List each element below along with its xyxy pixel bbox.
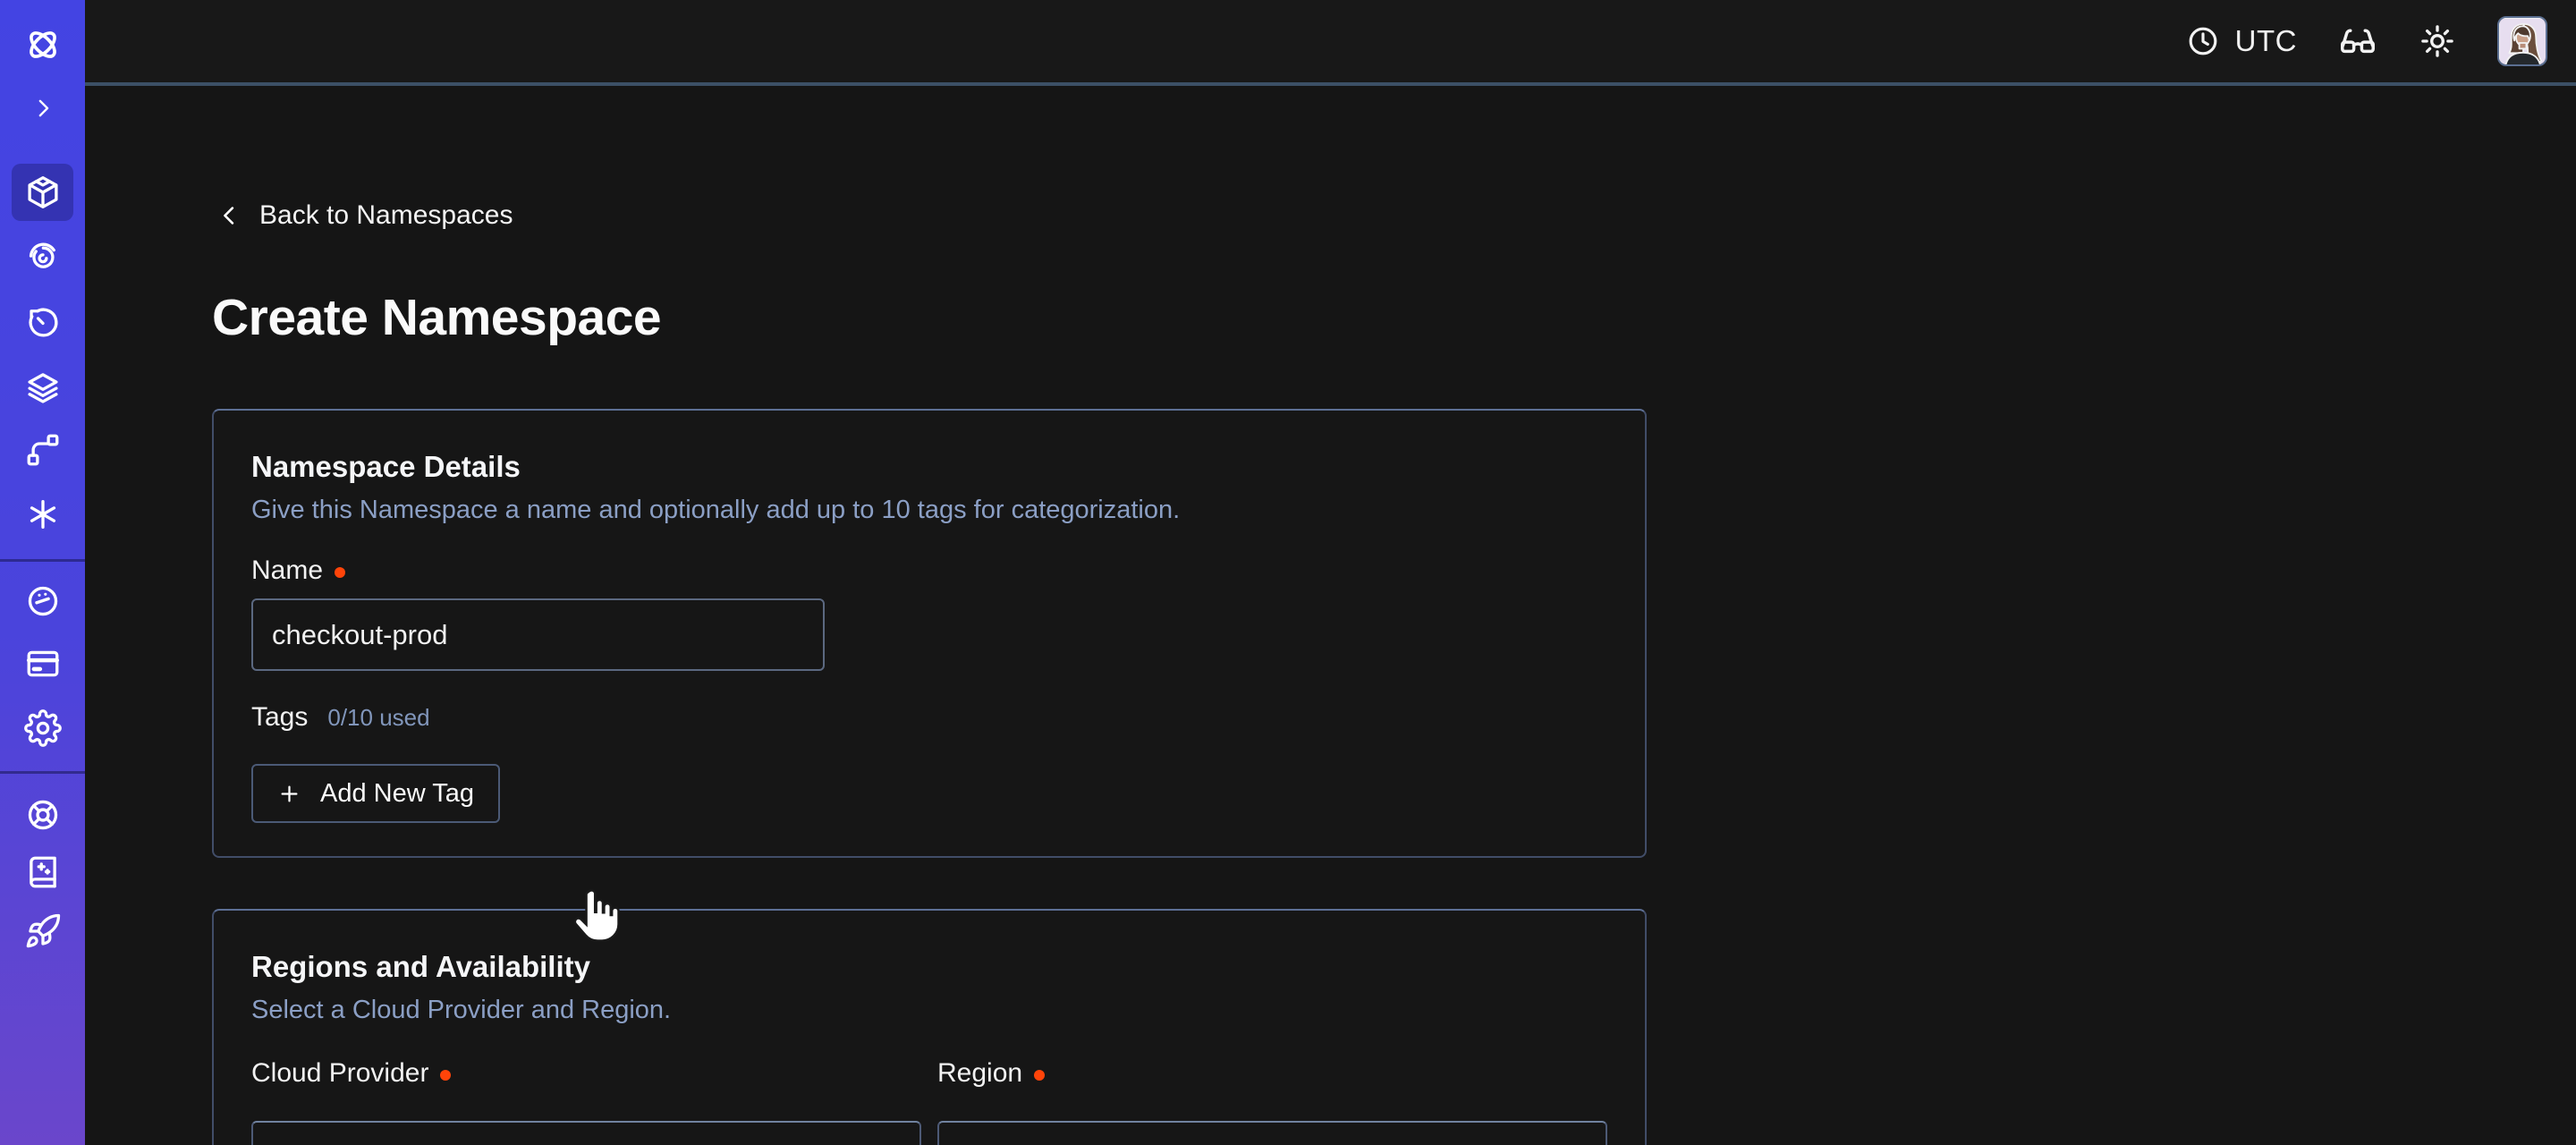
region-select-left: Select Region [962,1141,1176,1145]
add-new-tag-button[interactable]: Add New Tag [251,764,500,823]
layers-icon [24,368,62,405]
temporal-logo[interactable] [12,16,73,73]
cloud-provider-select[interactable]: Select Cloud Provider [251,1121,921,1145]
sidebar-item-deployments[interactable] [12,421,73,479]
back-to-namespaces-link[interactable]: Back to Namespaces [217,200,513,231]
name-field-label: Name [251,556,345,586]
details-card-title: Namespace Details [251,450,521,484]
cube-icon [24,174,62,211]
topbar: UTC [85,0,2576,86]
required-dot [335,567,345,578]
rocket-icon [24,912,62,950]
region-label: Region [937,1058,1607,1089]
regions-fields: Cloud Provider Select Cloud Provider Reg… [251,1058,1607,1145]
namespace-name-input[interactable] [251,598,825,671]
plus-icon [277,782,301,806]
labs-toggle-button[interactable] [2338,21,2377,61]
timer-icon [24,303,62,341]
sidebar-divider [0,771,85,774]
theme-toggle-button[interactable] [2419,22,2456,60]
chevron-left-icon [217,202,242,229]
tags-label: Tags [251,702,308,733]
region-select[interactable]: Select Region [937,1121,1607,1145]
sidebar-item-docs[interactable] [12,844,73,901]
avatar-image [2499,18,2547,66]
sidebar-expand-button[interactable] [12,80,73,137]
branch-icon [24,431,62,469]
user-avatar[interactable] [2497,16,2547,66]
temporal-logo-icon [22,24,64,65]
sidebar-item-namespaces[interactable] [12,164,73,221]
region-field: Region Select Region [937,1058,1607,1145]
gauge-icon [24,582,62,620]
cloud-provider-label: Cloud Provider [251,1058,921,1089]
lifebuoy-icon [24,796,62,834]
regions-card-title: Regions and Availability [251,950,590,984]
tags-count: 0/10 used [327,704,429,732]
sidebar-item-schedules[interactable] [12,293,73,351]
book-icon [24,853,62,891]
sidebar-divider [0,559,85,562]
required-dot [440,1070,451,1081]
sidebar-item-stacks[interactable] [12,358,73,415]
sidebar-item-billing[interactable] [12,635,73,692]
sidebar-item-support[interactable] [12,786,73,844]
asterisk-icon [24,496,62,533]
region-placeholder: Select Region [1004,1141,1176,1145]
sun-icon [2419,22,2456,60]
create-namespace-page: UTC [0,0,2576,1145]
region-label-text: Region [937,1058,1022,1089]
namespace-details-card: Namespace Details Give this Namespace a … [212,409,1647,858]
spiral-icon [24,238,62,276]
details-card-subtitle: Give this Namespace a name and optionall… [251,496,1180,525]
billing-card-icon [24,645,62,683]
page-title: Create Namespace [212,288,661,347]
regions-card: Regions and Availability Select a Cloud … [212,909,1647,1145]
sidebar-item-getting-started[interactable] [12,903,73,960]
glasses-icon [2338,21,2377,61]
back-link-label: Back to Namespaces [259,200,513,231]
settings-gear-icon [24,709,62,747]
sidebar-item-usage[interactable] [12,572,73,630]
sidebar [0,0,85,1145]
required-dot [1034,1070,1045,1081]
sidebar-item-settings[interactable] [12,700,73,757]
name-label-text: Name [251,556,323,586]
regions-card-subtitle: Select a Cloud Provider and Region. [251,996,671,1025]
sidebar-item-workflows[interactable] [12,228,73,285]
cloud-provider-placeholder: Select Cloud Provider [275,1141,544,1145]
main-content: Back to Namespaces Create Namespace Name… [85,89,2576,1145]
cloud-provider-field: Cloud Provider Select Cloud Provider [251,1058,921,1145]
timezone-label: UTC [2235,24,2297,58]
timezone-button[interactable]: UTC [2185,23,2297,59]
chevron-right-icon [30,95,56,122]
sidebar-item-nexus[interactable] [12,486,73,543]
add-new-tag-label: Add New Tag [320,779,474,809]
clock-icon [2185,23,2221,59]
cloud-provider-label-text: Cloud Provider [251,1058,428,1089]
tags-row: Tags 0/10 used [251,702,430,733]
